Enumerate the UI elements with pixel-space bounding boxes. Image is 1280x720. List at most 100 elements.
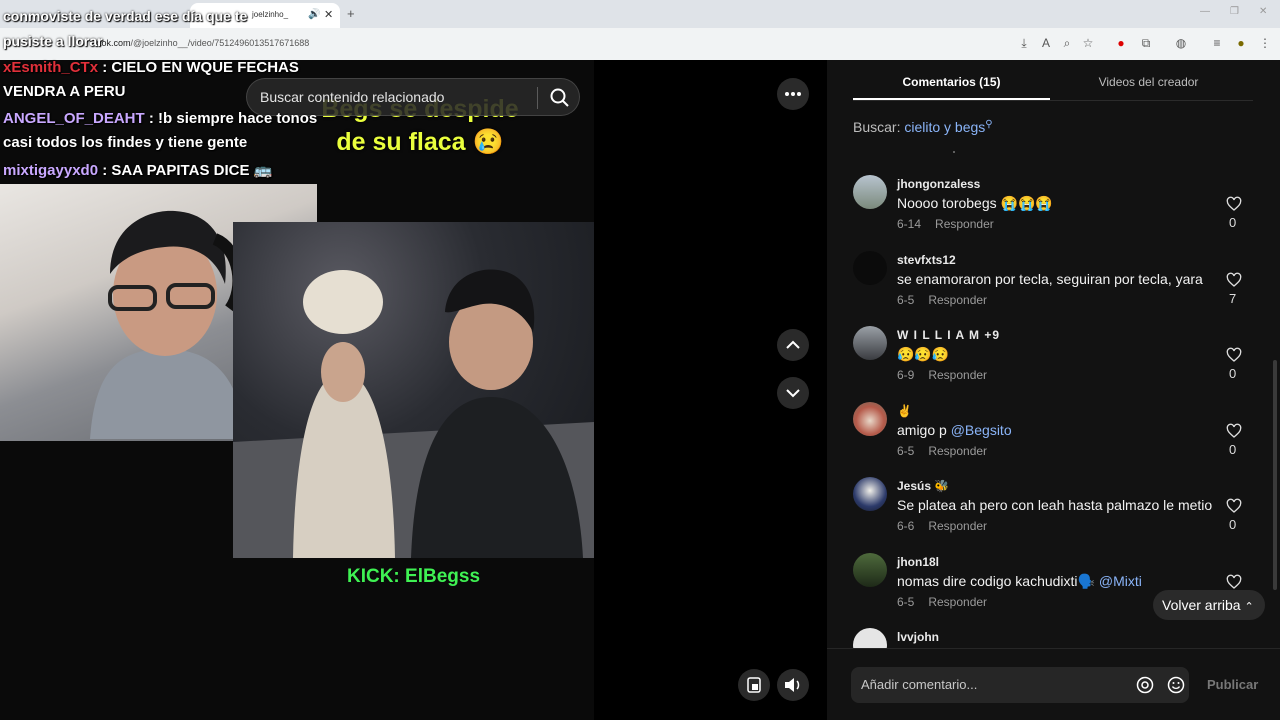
more-options-button[interactable]: [777, 78, 809, 110]
pip-icon: [747, 677, 761, 693]
new-tab-button[interactable]: +: [347, 6, 355, 21]
chat-message: xEsmith_CTx : CIELO EN WQUE FECHAS: [3, 59, 299, 76]
reply-button[interactable]: Responder: [928, 444, 987, 458]
publish-button[interactable]: Publicar: [1207, 677, 1258, 692]
video-area[interactable]: KICK: ElBegss: [0, 60, 594, 720]
avatar[interactable]: [853, 326, 887, 360]
install-icon[interactable]: ⤓: [1016, 36, 1032, 51]
comment-item: Jesús 🐝 Se platea ah pero con leah hasta…: [853, 477, 1253, 549]
translate-icon[interactable]: A: [1038, 36, 1054, 50]
like-heart-icon[interactable]: [1226, 498, 1242, 514]
avatar[interactable]: [853, 477, 887, 511]
search-icon[interactable]: [549, 87, 571, 109]
search-divider: [537, 87, 538, 109]
comment-username[interactable]: Jesús 🐝: [897, 479, 949, 493]
comment-item: jhongonzaless Noooo torobegs 😭😭😭 6-14 Res…: [853, 175, 1253, 247]
chat-username: ANGEL_OF_DEAHT: [3, 110, 145, 127]
like-count: 0: [1229, 215, 1237, 230]
back-to-top-label: Volver arriba: [1162, 597, 1241, 613]
search-placeholder: Buscar contenido relacionado: [260, 89, 445, 105]
chat-message: VENDRA A PERU: [3, 83, 126, 100]
caption-line: pusiste a llorar: [3, 33, 103, 49]
tabs-divider: [853, 100, 1253, 101]
minimize-icon[interactable]: —: [1200, 6, 1210, 17]
reply-button[interactable]: Responder: [928, 519, 987, 533]
comment-mention[interactable]: @Mixti: [1099, 573, 1142, 589]
comment-meta: 6-5 Responder: [897, 293, 987, 307]
comment-item: stevfxts12 se enamoraron por tecla, segu…: [853, 251, 1253, 323]
double-chevron-up-icon: ⌃: [1244, 601, 1254, 613]
player-controls: [594, 60, 827, 720]
avatar[interactable]: [853, 251, 887, 285]
speaker-icon[interactable]: 🔊: [308, 9, 320, 20]
chat-text: : SAA PAPITAS DICE 🚌: [102, 162, 273, 179]
like-heart-icon[interactable]: [1226, 423, 1242, 439]
emoji-icon[interactable]: [1167, 676, 1185, 694]
like-count: 0: [1229, 442, 1237, 457]
zoom-icon[interactable]: ⌕: [1059, 36, 1075, 51]
pip-button[interactable]: [738, 669, 770, 701]
comment-input[interactable]: Añadir comentario...: [851, 667, 1189, 703]
search-prefix: Buscar:: [853, 119, 901, 135]
comment-username[interactable]: stevfxts12: [897, 253, 956, 267]
scrollbar[interactable]: [1273, 360, 1277, 590]
more-icon: [785, 92, 801, 96]
back-to-top-button[interactable]: Volver arriba ⌃: [1153, 590, 1265, 620]
avatar[interactable]: [853, 628, 887, 648]
tab-comments[interactable]: Comentarios (15): [853, 75, 1050, 89]
like-heart-icon[interactable]: [1226, 196, 1242, 212]
search-query[interactable]: cielito y begs: [904, 119, 985, 135]
menu-icon[interactable]: ⋮: [1257, 36, 1273, 50]
previous-video-button[interactable]: [777, 329, 809, 361]
reply-button[interactable]: Responder: [928, 368, 987, 382]
avatar[interactable]: [853, 402, 887, 436]
comment-mention[interactable]: @Begsito: [951, 422, 1012, 438]
comment-username[interactable]: W I L L I A M +9: [897, 328, 1000, 342]
volume-icon: [785, 678, 800, 692]
chat-username: xEsmith_CTx: [3, 59, 99, 76]
comment-meta: 6-6 Responder: [897, 519, 987, 533]
clip-scene: [233, 269, 594, 558]
like-heart-icon[interactable]: [1226, 272, 1242, 288]
reply-button[interactable]: Responder: [935, 217, 994, 231]
avatar[interactable]: [853, 553, 887, 587]
volume-button[interactable]: [777, 669, 809, 701]
comment-username[interactable]: jhon18l: [897, 555, 939, 569]
like-count: 0: [1229, 517, 1237, 532]
chevron-up-icon: [786, 340, 800, 349]
tab-creator-videos[interactable]: Videos del creador: [1050, 75, 1247, 89]
like-heart-icon[interactable]: [1226, 574, 1242, 590]
chat-text: : !b siempre hace tonos: [148, 110, 318, 127]
comment-date: 6-14: [897, 217, 922, 231]
reading-list-icon[interactable]: ≡: [1209, 36, 1225, 50]
comment-item: W I L L I A M +9 😥😥😥 6-9 Responder 0: [853, 326, 1253, 398]
comment-text: Se platea ah pero con leah hasta palmazo…: [897, 497, 1213, 513]
close-icon[interactable]: ✕: [324, 8, 333, 21]
comment-text: amigo p @Begsito: [897, 422, 1012, 438]
loading-dot: [953, 151, 955, 153]
media-icon[interactable]: ◍: [1173, 36, 1189, 50]
opera-icon[interactable]: ●: [1113, 36, 1129, 50]
like-heart-icon[interactable]: [1226, 347, 1242, 363]
avatar[interactable]: [853, 175, 887, 209]
reply-button[interactable]: Responder: [928, 293, 987, 307]
tab-title: joelzinho_: [252, 10, 289, 19]
next-video-button[interactable]: [777, 377, 809, 409]
avatar[interactable]: ●: [1233, 36, 1249, 50]
reply-button[interactable]: Responder: [928, 595, 987, 609]
comment-username[interactable]: lvvjohn: [897, 630, 939, 644]
close-window-icon[interactable]: ✕: [1259, 6, 1267, 17]
comment-username[interactable]: jhongonzaless: [897, 177, 980, 191]
chat-text: : CIELO EN WQUE FECHAS: [102, 59, 299, 76]
search-suggestion[interactable]: Buscar: cielito y begs⚲: [853, 119, 993, 135]
like-count: 0: [1229, 366, 1237, 381]
mention-at-icon[interactable]: [1136, 676, 1154, 694]
extensions-icon[interactable]: ⧉: [1138, 36, 1154, 51]
comment-username[interactable]: ✌️: [897, 404, 912, 418]
comment-date: 6-5: [897, 595, 915, 609]
comment-composer: Añadir comentario... Publicar: [827, 648, 1280, 720]
address-bar[interactable]: tiktok.com/@joelzinho__/video/7512496013…: [90, 33, 1010, 55]
maximize-icon[interactable]: ❐: [1230, 6, 1239, 17]
comment-date: 6-9: [897, 368, 915, 382]
bookmark-star-icon[interactable]: ☆: [1080, 36, 1096, 50]
